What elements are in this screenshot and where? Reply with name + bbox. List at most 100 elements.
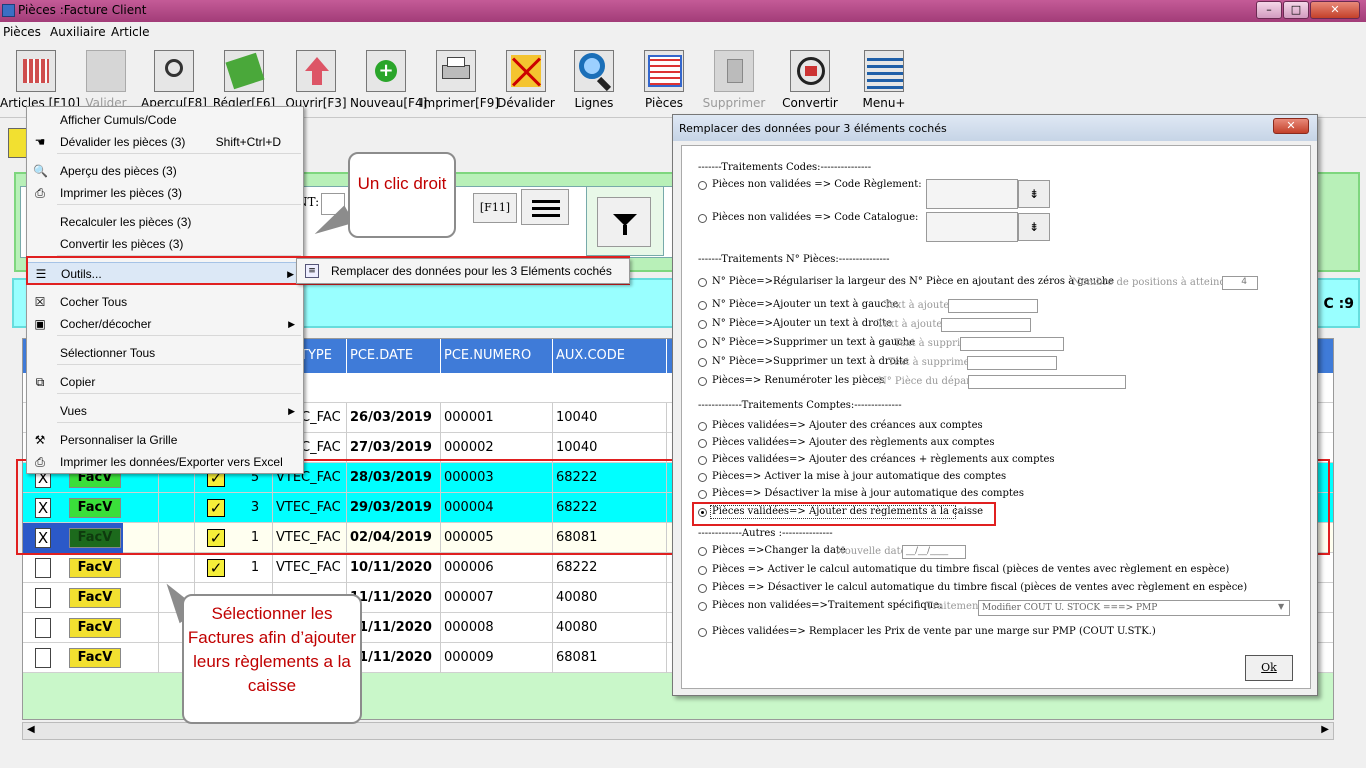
grid-header-date[interactable]: PCE.DATE [347,339,441,373]
activer-maj-radio[interactable] [698,473,707,482]
dialog-close-button[interactable]: ✕ [1273,118,1309,134]
remplacer-prix-radio[interactable] [698,628,707,637]
grid-cell-aux: 40080 [553,613,667,643]
add-left-label: N° Pièce=>Ajouter un text à gauche [712,299,899,310]
menu-bar: Pièces Auxiliaire Article [0,22,1366,42]
context-menu-item[interactable]: Convertir les pièces (3) [27,233,303,255]
fac-tab-icon[interactable] [8,128,28,158]
f11-button[interactable]: [F11] [473,193,517,223]
code-catalogue-picker-icon[interactable]: ⇟ [1018,213,1050,241]
context-menu-item[interactable]: ⚒ Personnaliser la Grille [27,429,303,451]
creances-radio[interactable] [698,422,707,431]
code-reglement-field[interactable] [926,179,1018,209]
minimize-button[interactable]: – [1256,1,1282,19]
add-left-input[interactable] [948,299,1038,313]
del-right-label: N° Pièce=>Supprimer un text à droite [712,356,909,367]
add-icon: + [366,50,406,92]
del-left-radio[interactable] [698,339,707,348]
dialog-body: -------Traitements Codes:---------------… [681,145,1311,689]
menu-item-label: Recalculer les pièces (3) [60,215,192,229]
menu-item-label: Convertir les pièces (3) [60,237,184,251]
grid-cell [123,643,159,673]
desactiver-maj-radio[interactable] [698,490,707,499]
context-menu-item[interactable]: Recalculer les pièces (3) [27,211,303,233]
grid-header-type[interactable]: TYPE [297,339,347,373]
dialog-title-bar: Remplacer des données pour 3 éléments co… [673,115,1317,141]
scroll-right-icon[interactable]: ▶ [1321,724,1329,735]
grid-header-aux[interactable]: AUX.CODE [553,339,667,373]
changer-date-radio[interactable] [698,547,707,556]
row-checkbox[interactable] [35,558,51,578]
toolbar-button-10[interactable]: Supprimer [698,50,770,116]
renumber-input[interactable] [968,375,1126,389]
add-right-input[interactable] [941,318,1031,332]
maximize-button[interactable]: □ [1283,1,1309,19]
context-menu-item[interactable]: ☒ Cocher Tous [27,291,303,313]
context-menu-item[interactable]: Vues ▶ [27,400,303,422]
creances-reglements-radio[interactable] [698,456,707,465]
grid-header-numero[interactable]: PCE.NUMERO [441,339,553,373]
code-reglement-radio[interactable] [698,181,707,190]
context-menu-item[interactable]: Sélectionner Tous [27,342,303,364]
grid-cell-numero: 000009 [441,643,553,673]
positions-input[interactable]: 4 [1222,276,1258,290]
horizontal-scrollbar[interactable]: ◀ ▶ [22,722,1334,740]
ok-button[interactable]: Ok [1245,655,1293,681]
menu-auxiliaire[interactable]: Auxiliaire [50,25,106,39]
renumber-radio[interactable] [698,377,707,386]
toolbar-button-6[interactable]: Imprimer[F9] [420,50,499,116]
menu-pieces[interactable]: Pièces [3,25,41,39]
code-catalogue-radio[interactable] [698,214,707,223]
row-checkbox[interactable] [35,648,51,668]
del-right-input[interactable] [967,356,1057,370]
toolbar-button-12[interactable]: Menu+ [848,50,920,116]
up-arrow-icon [296,50,336,92]
menu-separator [57,153,301,154]
activer-timbre-radio[interactable] [698,566,707,575]
row-checkbox[interactable] [35,588,51,608]
del-right-hint: Text à supprimer [888,357,975,368]
toolbar-button-7[interactable]: Dévalider [490,50,562,116]
toolbar-button-5[interactable]: + Nouveau[F4] [350,50,427,116]
del-right-radio[interactable] [698,358,707,367]
code-catalogue-field[interactable] [926,212,1018,242]
toolbar-button-8[interactable]: Lignes [558,50,630,116]
close-button[interactable]: ✕ [1310,1,1360,19]
toolbar-label: Dévalider [497,96,555,110]
table-icon [644,50,684,92]
dialog-title: Remplacer des données pour 3 éléments co… [679,122,947,135]
traitement-select[interactable]: Modifier COUT U. STOCK ===> PMP [978,600,1290,616]
toolbar-label: Supprimer [702,96,766,110]
add-right-radio[interactable] [698,320,707,329]
toolbar-button-11[interactable]: Convertir [774,50,846,116]
context-menu-item[interactable]: ▣ Cocher/décocher ▶ [27,313,303,335]
desactiver-timbre-radio[interactable] [698,584,707,593]
cross-icon [506,50,546,92]
grid-cell [123,613,159,643]
context-menu-item[interactable]: ⎙ Imprimer les pièces (3) [27,182,303,204]
search-icon [574,50,614,92]
toolbar-button-9[interactable]: Pièces [628,50,700,116]
filter-icon[interactable] [597,197,651,247]
row-checkbox[interactable] [35,618,51,638]
checkbox-icon: ▣ [34,317,46,331]
renumber-label: Pièces=> Renuméroter les pièces [712,375,885,386]
context-menu-item[interactable]: Afficher Cumuls/Code [27,109,303,131]
date-input[interactable]: __/__/____ [902,545,966,559]
context-menu-item[interactable]: 🔍 Aperçu des pièces (3) [27,160,303,182]
submenu-replace-data[interactable]: Remplacer des données pour les 3 Elément… [331,264,612,278]
context-menu-item[interactable]: ⎙ Imprimer les données/Exporter vers Exce… [27,451,303,473]
menu-lines-button[interactable] [521,189,569,225]
context-menu-item[interactable]: ☚ Dévalider les pièces (3) Shift+Ctrl+D [27,131,303,153]
regulariser-radio[interactable] [698,278,707,287]
traitement-specifique-label: Pièces non validées=>Traitement spécifiq… [712,600,943,611]
context-menu-item[interactable]: ⧉ Copier [27,371,303,393]
reglements-radio[interactable] [698,439,707,448]
traitement-specifique-radio[interactable] [698,602,707,611]
code-reglement-picker-icon[interactable]: ⇟ [1018,180,1050,208]
chevron-down-icon[interactable]: ▼ [1278,602,1284,611]
scroll-left-icon[interactable]: ◀ [27,724,35,735]
add-left-radio[interactable] [698,301,707,310]
menu-article[interactable]: Article [111,25,150,39]
del-left-input[interactable] [960,337,1064,351]
